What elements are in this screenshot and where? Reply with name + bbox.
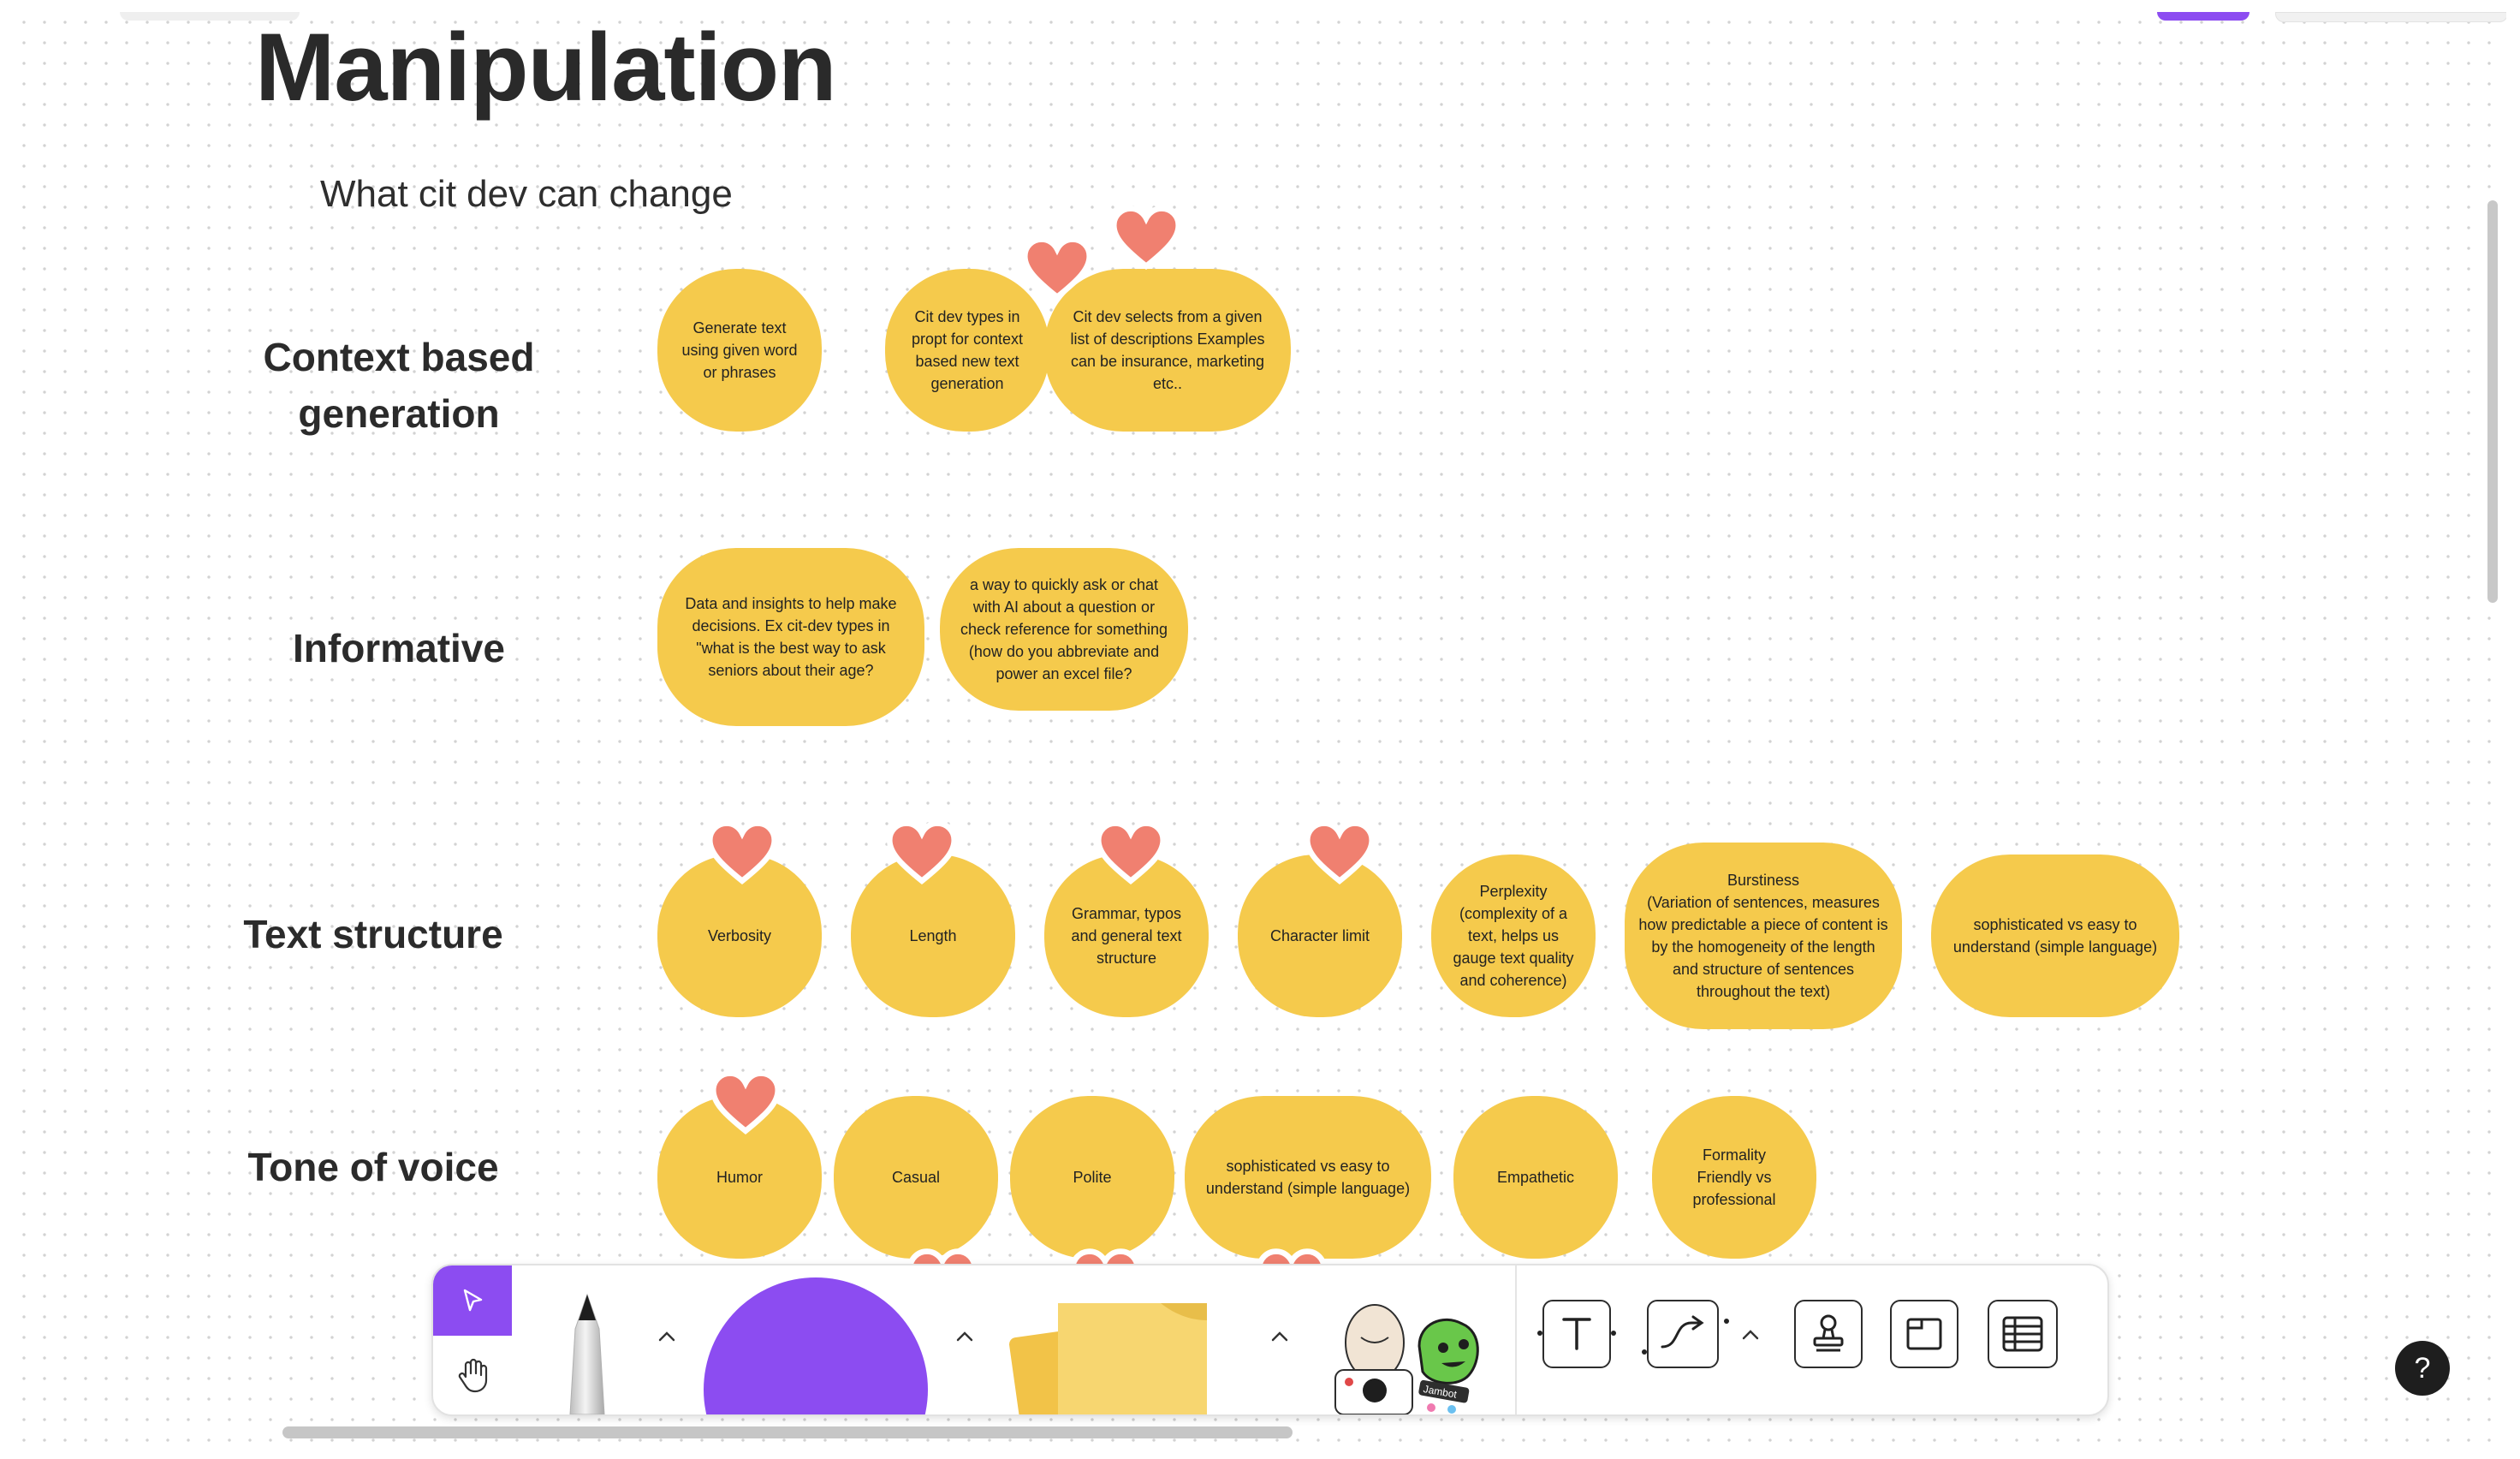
- whiteboard-canvas[interactable]: Manipulation What cit dev can change Con…: [14, 12, 2506, 1450]
- heart-icon[interactable]: [1110, 205, 1182, 271]
- handle-dot: [1611, 1331, 1616, 1336]
- pen-icon: [569, 1293, 605, 1414]
- chevron-up-icon[interactable]: [950, 1322, 979, 1351]
- sticker-tool[interactable]: Jambot: [1323, 1291, 1503, 1414]
- connector-icon: [1661, 1315, 1704, 1349]
- circle-shape-icon: [704, 1277, 928, 1414]
- row-label-tone-of-voice: Tone of voice: [247, 1145, 499, 1189]
- share-button-stub[interactable]: [2157, 12, 2250, 21]
- pen-tool[interactable]: [544, 1291, 630, 1414]
- text-tool[interactable]: [1542, 1300, 1611, 1368]
- row-label-text-structure: Text structure: [243, 912, 503, 956]
- table-icon: [2002, 1316, 2043, 1352]
- shape-tool[interactable]: [704, 1277, 928, 1414]
- sticky-note[interactable]: Formality Friendly vs professional: [1652, 1096, 1816, 1259]
- row-label-informative: Informative: [293, 626, 505, 670]
- horizontal-scrollbar[interactable]: [282, 1426, 1293, 1438]
- handle-dot: [1724, 1319, 1729, 1324]
- sticky-note[interactable]: Perplexity (complexity of a text, helps …: [1431, 855, 1596, 1017]
- chevron-up-icon[interactable]: [1736, 1320, 1765, 1349]
- heart-icon[interactable]: [1095, 820, 1167, 885]
- sticky-note[interactable]: sophisticated vs easy to understand (sim…: [1931, 855, 2179, 1017]
- text-icon: [1562, 1318, 1591, 1350]
- help-button[interactable]: ?: [2395, 1341, 2450, 1396]
- handle-dot: [1642, 1349, 1647, 1355]
- sticky-note[interactable]: Polite: [1010, 1096, 1174, 1259]
- connector-tool[interactable]: [1647, 1300, 1719, 1368]
- stamp-tool[interactable]: [1794, 1300, 1863, 1368]
- heart-icon[interactable]: [1021, 236, 1093, 301]
- frame-icon: [1906, 1318, 1942, 1350]
- sticky-note-tool[interactable]: [998, 1291, 1251, 1414]
- toolbar-divider: [1515, 1265, 1517, 1414]
- section-tool[interactable]: [1890, 1300, 1958, 1368]
- stamp-icon: [1813, 1314, 1844, 1352]
- sticky-note[interactable]: Empathetic: [1453, 1096, 1618, 1259]
- sticky-note[interactable]: sophisticated vs easy to understand (sim…: [1185, 1096, 1431, 1259]
- cursor-icon: [463, 1289, 483, 1312]
- chevron-up-icon[interactable]: [652, 1322, 681, 1351]
- row-label-context: Context based generation: [263, 335, 535, 436]
- heart-icon[interactable]: [886, 820, 958, 885]
- sticky-note[interactable]: a way to quickly ask or chat with AI abo…: [940, 548, 1188, 711]
- table-tool[interactable]: [1988, 1300, 2058, 1368]
- heart-icon[interactable]: [706, 820, 778, 885]
- hand-tool[interactable]: [433, 1336, 512, 1414]
- handle-dot: [1537, 1331, 1542, 1336]
- sticky-note[interactable]: Generate text using given word or phrase…: [657, 269, 822, 432]
- zoom-controls-stub[interactable]: [2275, 12, 2506, 22]
- select-tool[interactable]: [433, 1265, 512, 1336]
- sticky-note[interactable]: Burstiness (Variation of sentences, meas…: [1625, 843, 1902, 1029]
- board-subtitle: What cit dev can change: [320, 173, 733, 215]
- sticky-note[interactable]: Casual: [834, 1096, 998, 1259]
- chevron-up-icon[interactable]: [1265, 1322, 1294, 1351]
- board-title: Manipulation: [255, 14, 837, 121]
- heart-icon[interactable]: [1304, 820, 1376, 885]
- hand-icon: [458, 1358, 488, 1393]
- sticky-note[interactable]: Data and insights to help make decisions…: [657, 548, 924, 726]
- vertical-scrollbar[interactable]: [2487, 200, 2498, 603]
- heart-icon[interactable]: [710, 1070, 782, 1135]
- sticker-icon: Jambot: [1334, 1304, 1479, 1414]
- bottom-toolbar: Jambot: [431, 1264, 2109, 1416]
- sticky-note-icon: [1009, 1303, 1207, 1414]
